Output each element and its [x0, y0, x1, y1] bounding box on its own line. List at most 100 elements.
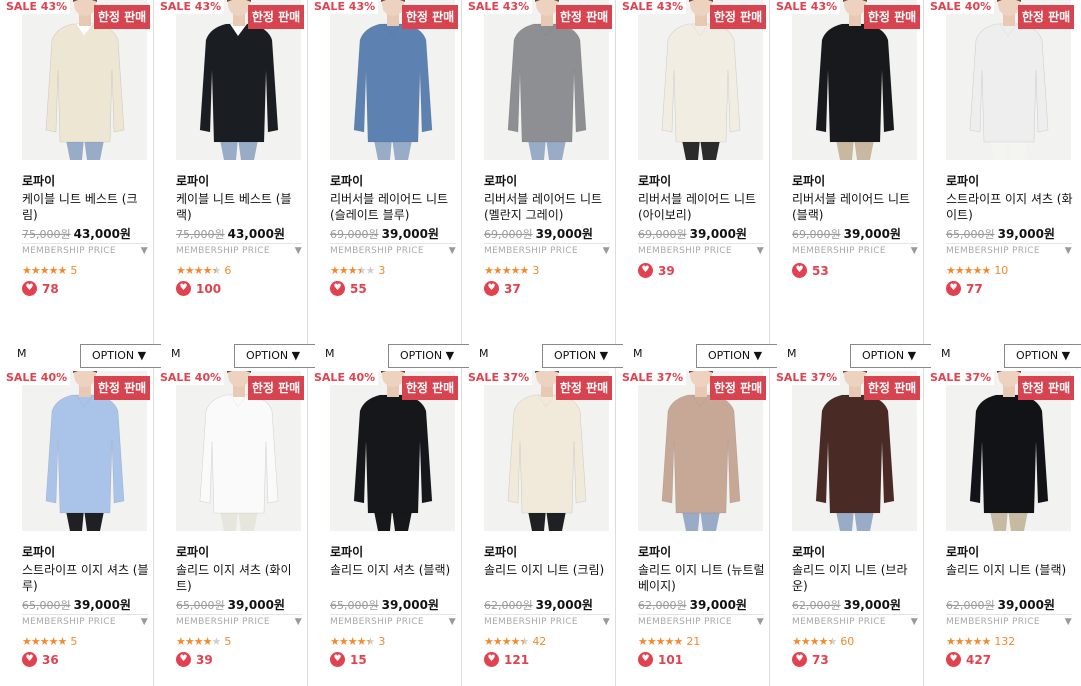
product-card[interactable]: SALE 43% 한정 판매 로파이 리버서블 레이어드 니트 (슬레이트 블루) 69…	[308, 0, 469, 371]
product-card[interactable]: SALE 40% 한정 판매 로파이 솔리드 이지 셔츠 (화이트) 65,000원 39…	[154, 371, 308, 686]
limited-edition-badge: 한정 판매	[1018, 376, 1074, 400]
brand-name[interactable]: 로파이	[484, 172, 517, 189]
membership-price-toggle[interactable]: MEMBERSHIP PRICE ▼	[792, 243, 918, 259]
like-button[interactable]: ♥ 39	[638, 260, 675, 278]
review-count: 5	[70, 635, 78, 648]
brand-name[interactable]: 로파이	[176, 543, 209, 560]
membership-price-toggle[interactable]: MEMBERSHIP PRICE ▼	[330, 243, 456, 259]
heart-icon: ♥	[22, 281, 37, 296]
product-card[interactable]: SALE 40% 한정 판매 로파이 솔리드 이지 셔츠 (블랙) 65,000원 39,…	[308, 371, 462, 686]
brand-name[interactable]: 로파이	[792, 172, 825, 189]
membership-price-toggle[interactable]: MEMBERSHIP PRICE ▼	[22, 243, 148, 259]
option-dropdown[interactable]: OPTION ▼	[1004, 344, 1081, 368]
product-name[interactable]: 케이블 니트 베스트 (크림)	[22, 191, 150, 223]
membership-price-toggle[interactable]: MEMBERSHIP PRICE ▼	[946, 614, 1072, 630]
like-button[interactable]: ♥ 73	[792, 649, 829, 667]
brand-name[interactable]: 로파이	[22, 543, 55, 560]
product-card[interactable]: SALE 37% 한정 판매 로파이 솔리드 이지 니트 (크림) 62,000원 39,…	[462, 371, 616, 686]
membership-price-toggle[interactable]: MEMBERSHIP PRICE ▼	[484, 614, 610, 630]
like-button[interactable]: ♥ 55	[330, 278, 367, 296]
membership-price-toggle[interactable]: MEMBERSHIP PRICE ▼	[946, 243, 1072, 259]
heart-icon: ♥	[484, 652, 499, 667]
sale-badge: SALE 43%	[311, 0, 379, 14]
sale-price: 39,000원	[843, 227, 901, 241]
membership-price-toggle[interactable]: MEMBERSHIP PRICE ▼	[330, 614, 456, 630]
option-dropdown[interactable]: OPTION ▼	[80, 344, 161, 368]
membership-price-label: MEMBERSHIP PRICE	[22, 246, 116, 256]
membership-price-toggle[interactable]: MEMBERSHIP PRICE ▼	[22, 614, 148, 630]
brand-name[interactable]: 로파이	[176, 172, 209, 189]
product-name[interactable]: 솔리드 이지 니트 (뉴트럴 베이지)	[638, 562, 766, 594]
option-dropdown[interactable]: OPTION ▼	[850, 344, 931, 368]
brand-name[interactable]: 로파이	[638, 172, 671, 189]
product-card[interactable]: SALE 37% 한정 판매 로파이 솔리드 이지 니트 (블랙) 62,000원 39,…	[924, 371, 1078, 686]
membership-price-toggle[interactable]: MEMBERSHIP PRICE ▼	[484, 243, 610, 259]
like-button[interactable]: ♥ 37	[484, 278, 521, 296]
brand-name[interactable]: 로파이	[946, 172, 979, 189]
like-button[interactable]: ♥ 78	[22, 278, 59, 296]
membership-price-toggle[interactable]: MEMBERSHIP PRICE ▼	[638, 614, 764, 630]
membership-price-toggle[interactable]: MEMBERSHIP PRICE ▼	[638, 243, 764, 259]
brand-name[interactable]: 로파이	[638, 543, 671, 560]
like-button[interactable]: ♥ 121	[484, 649, 529, 667]
like-button[interactable]: ♥ 77	[946, 278, 983, 296]
product-name[interactable]: 스트라이프 이지 셔츠 (화이트)	[946, 191, 1074, 223]
membership-price-toggle[interactable]: MEMBERSHIP PRICE ▼	[792, 614, 918, 630]
product-name[interactable]: 리버서블 레이어드 니트 (슬레이트 블루)	[330, 191, 458, 223]
product-card[interactable]: SALE 37% 한정 판매 로파이 솔리드 이지 니트 (뉴트럴 베이지) 62,00…	[616, 371, 770, 686]
product-card[interactable]: SALE 43% 한정 판매 로파이 리버서블 레이어드 니트 (멜란지 그레이) 69…	[462, 0, 623, 371]
brand-name[interactable]: 로파이	[330, 172, 363, 189]
option-dropdown[interactable]: OPTION ▼	[542, 344, 623, 368]
product-name[interactable]: 솔리드 이지 니트 (브라운)	[792, 562, 920, 594]
limited-edition-badge: 한정 판매	[556, 5, 612, 29]
membership-price-toggle[interactable]: MEMBERSHIP PRICE ▼	[176, 243, 302, 259]
product-name[interactable]: 리버서블 레이어드 니트 (멜란지 그레이)	[484, 191, 612, 223]
rating: ★★★★★ 21	[638, 630, 700, 648]
like-button[interactable]: ♥ 100	[176, 278, 221, 296]
brand-name[interactable]: 로파이	[946, 543, 979, 560]
brand-name[interactable]: 로파이	[792, 543, 825, 560]
review-count: 5	[70, 264, 78, 277]
brand-name[interactable]: 로파이	[22, 172, 55, 189]
star-icon: ★★★★★	[176, 264, 221, 277]
like-button[interactable]: ♥ 39	[176, 649, 213, 667]
caret-down-icon: ▼	[140, 246, 148, 256]
product-name[interactable]: 케이블 니트 베스트 (블랙)	[176, 191, 304, 223]
review-count: 42	[532, 635, 547, 648]
like-button[interactable]: ♥ 427	[946, 649, 991, 667]
option-dropdown[interactable]: OPTION ▼	[388, 344, 469, 368]
product-card[interactable]: SALE 40% 한정 판매 로파이 스트라이프 이지 셔츠 (블루) 65,000원 3…	[0, 371, 154, 686]
membership-price-label: MEMBERSHIP PRICE	[792, 246, 886, 256]
product-card[interactable]: SALE 43% 한정 판매 로파이 리버서블 레이어드 니트 (블랙) 69,000원…	[770, 0, 931, 371]
product-name[interactable]: 솔리드 이지 셔츠 (화이트)	[176, 562, 304, 594]
limited-edition-badge: 한정 판매	[402, 376, 458, 400]
brand-name[interactable]: 로파이	[484, 543, 517, 560]
like-button[interactable]: ♥ 53	[792, 260, 829, 278]
product-card[interactable]: SALE 43% 한정 판매 로파이 케이블 니트 베스트 (크림) 75,000원 43…	[0, 0, 161, 371]
price-group: 65,000원 39,000원	[946, 223, 1055, 242]
product-card[interactable]: SALE 43% 한정 판매 로파이 리버서블 레이어드 니트 (아이보리) 69,00…	[616, 0, 777, 371]
membership-price-toggle[interactable]: MEMBERSHIP PRICE ▼	[176, 614, 302, 630]
product-name[interactable]: 솔리드 이지 셔츠 (블랙)	[330, 562, 458, 578]
product-name[interactable]: 솔리드 이지 니트 (블랙)	[946, 562, 1074, 578]
limited-edition-badge: 한정 판매	[864, 376, 920, 400]
price-group: 69,000원 39,000원	[484, 223, 593, 242]
option-dropdown[interactable]: OPTION ▼	[234, 344, 315, 368]
membership-price-label: MEMBERSHIP PRICE	[484, 246, 578, 256]
star-icon: ★★★★★	[22, 635, 67, 648]
product-name[interactable]: 스트라이프 이지 셔츠 (블루)	[22, 562, 150, 594]
option-dropdown[interactable]: OPTION ▼	[696, 344, 777, 368]
product-name[interactable]: 리버서블 레이어드 니트 (블랙)	[792, 191, 920, 223]
like-button[interactable]: ♥ 101	[638, 649, 683, 667]
like-button[interactable]: ♥ 36	[22, 649, 59, 667]
product-card[interactable]: SALE 43% 한정 판매 로파이 케이블 니트 베스트 (블랙) 75,000원 43…	[154, 0, 315, 371]
product-name[interactable]: 리버서블 레이어드 니트 (아이보리)	[638, 191, 766, 223]
price-group: 69,000원 39,000원	[792, 223, 901, 242]
product-name[interactable]: 솔리드 이지 니트 (크림)	[484, 562, 612, 578]
like-button[interactable]: ♥ 15	[330, 649, 367, 667]
star-icon: ★★★★★	[946, 264, 991, 277]
product-card[interactable]: SALE 40% 한정 판매 로파이 스트라이프 이지 셔츠 (화이트) 65,000원…	[924, 0, 1081, 371]
brand-name[interactable]: 로파이	[330, 543, 363, 560]
membership-price-label: MEMBERSHIP PRICE	[176, 617, 270, 627]
product-card[interactable]: SALE 37% 한정 판매 로파이 솔리드 이지 니트 (브라운) 62,000원 39…	[770, 371, 924, 686]
